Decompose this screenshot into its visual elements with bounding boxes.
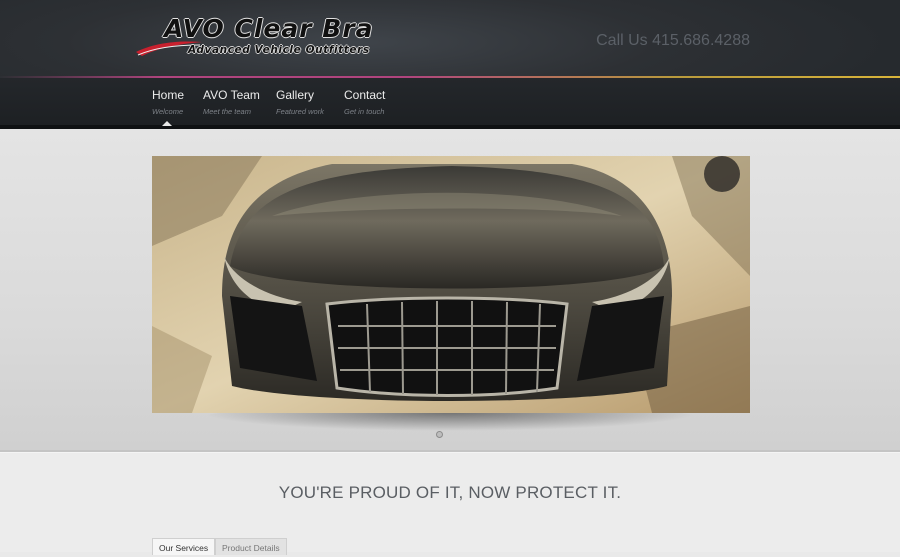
nav-sublabel: Featured work [276, 107, 324, 116]
nav-item-contact[interactable]: Contact Get in touch [344, 88, 385, 116]
logo-title: AVO Clear Bra [164, 14, 374, 43]
nav-label: Gallery [276, 88, 315, 102]
active-nav-pointer-icon [162, 121, 172, 126]
logo-subtitle: Advanced Vehicle Outfitters [188, 44, 370, 56]
tab-our-services[interactable]: Our Services [152, 538, 216, 555]
nav-label: Contact [344, 88, 386, 102]
site-header: AVO Clear Bra Advanced Vehicle Outfitter… [0, 0, 900, 77]
site-logo[interactable]: AVO Clear Bra Advanced Vehicle Outfitter… [134, 14, 379, 60]
tab-product-details[interactable]: Product Details [215, 538, 287, 555]
main-nav: Home Welcome AVO Team Meet the team Gall… [0, 78, 900, 126]
page-tagline: YOU'RE PROUD OF IT, NOW PROTECT IT. [278, 483, 622, 502]
header-phone: Call Us 415.686.4288 [596, 32, 750, 49]
nav-label: AVO Team [203, 88, 260, 102]
nav-item-avo-team[interactable]: AVO Team Meet the team [203, 88, 260, 116]
nav-sublabel: Welcome [152, 107, 184, 116]
nav-label: Home [152, 88, 185, 102]
hero-image[interactable] [152, 156, 750, 413]
car-front-photo-icon [152, 156, 750, 413]
nav-sublabel: Get in touch [344, 107, 385, 116]
nav-sublabel: Meet the team [203, 107, 251, 116]
nav-item-home[interactable]: Home Welcome [152, 88, 184, 116]
slide-indicator-dot[interactable] [436, 431, 443, 438]
nav-item-gallery[interactable]: Gallery Featured work [276, 88, 324, 116]
